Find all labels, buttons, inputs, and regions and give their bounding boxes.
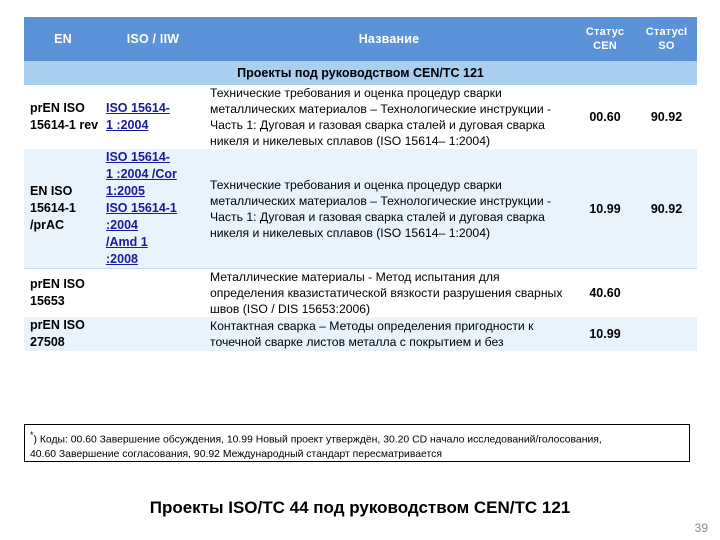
iso-link-line[interactable]: ISO 15614- xyxy=(106,101,170,115)
iso-link-line[interactable]: 1 :2004 xyxy=(106,118,148,132)
cell-status-cen: 00.60 xyxy=(589,110,621,124)
table-row: prEN ISO 15614-1 rev ISO 15614- 1 :2004 … xyxy=(24,85,697,149)
column-header-name: Название xyxy=(358,32,420,46)
status-cen-line1: Статус xyxy=(585,26,625,38)
footnote-box: *) Коды: 00.60 Завершение обсуждения, 10… xyxy=(24,424,690,462)
column-header-iso-iiw: ISO / IIW xyxy=(126,32,180,46)
footnote-line1: ) Коды: 00.60 Завершение обсуждения, 10.… xyxy=(33,434,602,446)
cell-name: Технические требования и оценка процедур… xyxy=(210,177,552,240)
iso-link-line[interactable]: :2008 xyxy=(106,252,138,266)
table-row: EN ISO 15614-1 /prAC ISO 15614- 1 :2004 … xyxy=(24,149,697,269)
iso-link-line[interactable]: :2004 xyxy=(106,218,138,232)
standards-table: EN ISO / IIW Название Статус CEN СтатусI… xyxy=(24,17,697,351)
cell-iso-link[interactable]: ISO 15614- 1 :2004 /Cor 1:2005 ISO 15614… xyxy=(102,149,204,269)
iso-link-line[interactable]: ISO 15614-1 xyxy=(106,201,177,215)
cell-en: prEN ISO 27508 xyxy=(30,318,85,349)
cell-status-cen: 10.99 xyxy=(589,201,621,216)
status-iso-line1: СтатусI xyxy=(645,26,688,38)
cell-iso-link[interactable]: ISO 15614- 1 :2004 xyxy=(102,85,204,149)
page-number: 39 xyxy=(694,521,708,535)
column-header-status-cen: Статус CEN xyxy=(574,17,636,61)
cell-name: Технические требования и оценка процедур… xyxy=(210,86,552,148)
iso-link-line[interactable]: 1 :2004 /Cor xyxy=(106,167,177,181)
table-header-row: EN ISO / IIW Название Статус CEN СтатусI… xyxy=(24,17,697,61)
cell-en: prEN ISO 15614-1 rev xyxy=(30,101,99,132)
cell-status-iso: 90.92 xyxy=(650,201,683,216)
cell-iso-link xyxy=(102,317,204,351)
cell-status-iso xyxy=(636,269,697,318)
table-section-row: Проекты под руководством CEN/TC 121 xyxy=(24,61,697,85)
status-iso-line2: SO xyxy=(658,40,675,52)
cell-en: prEN ISO 15653 xyxy=(30,277,85,308)
iso-link-line[interactable]: 1:2005 xyxy=(106,184,145,198)
cell-status-iso: 90.92 xyxy=(650,110,683,124)
column-header-en: EN xyxy=(54,32,72,46)
table-row: prEN ISO 15653 Металлические материалы -… xyxy=(24,268,697,318)
cell-name: Металлические материалы - Метод испытани… xyxy=(210,270,563,316)
cell-name: Контактная сварка – Методы определения п… xyxy=(210,319,534,349)
cell-iso-link xyxy=(102,269,204,318)
cell-en: EN ISO 15614-1 /prAC xyxy=(30,184,76,232)
slide-caption: Проекты ISO/TC 44 под руководством CEN/T… xyxy=(149,498,571,517)
status-cen-line2: CEN xyxy=(593,40,617,52)
footnote-line2: 40.60 Завершение согласования, 90.92 Меж… xyxy=(30,449,442,461)
cell-status-cen: 10.99 xyxy=(589,327,621,341)
column-header-status-iso: СтатусI SO xyxy=(636,17,697,61)
cell-status-iso xyxy=(636,317,697,351)
cell-status-cen: 40.60 xyxy=(589,286,621,300)
iso-link-line[interactable]: ISO 15614- xyxy=(106,150,170,164)
iso-link-line[interactable]: /Amd 1 xyxy=(106,235,148,249)
table-row: prEN ISO 27508 Контактная сварка – Метод… xyxy=(24,317,697,351)
section-title: Проекты под руководством CEN/TC 121 xyxy=(237,66,484,80)
